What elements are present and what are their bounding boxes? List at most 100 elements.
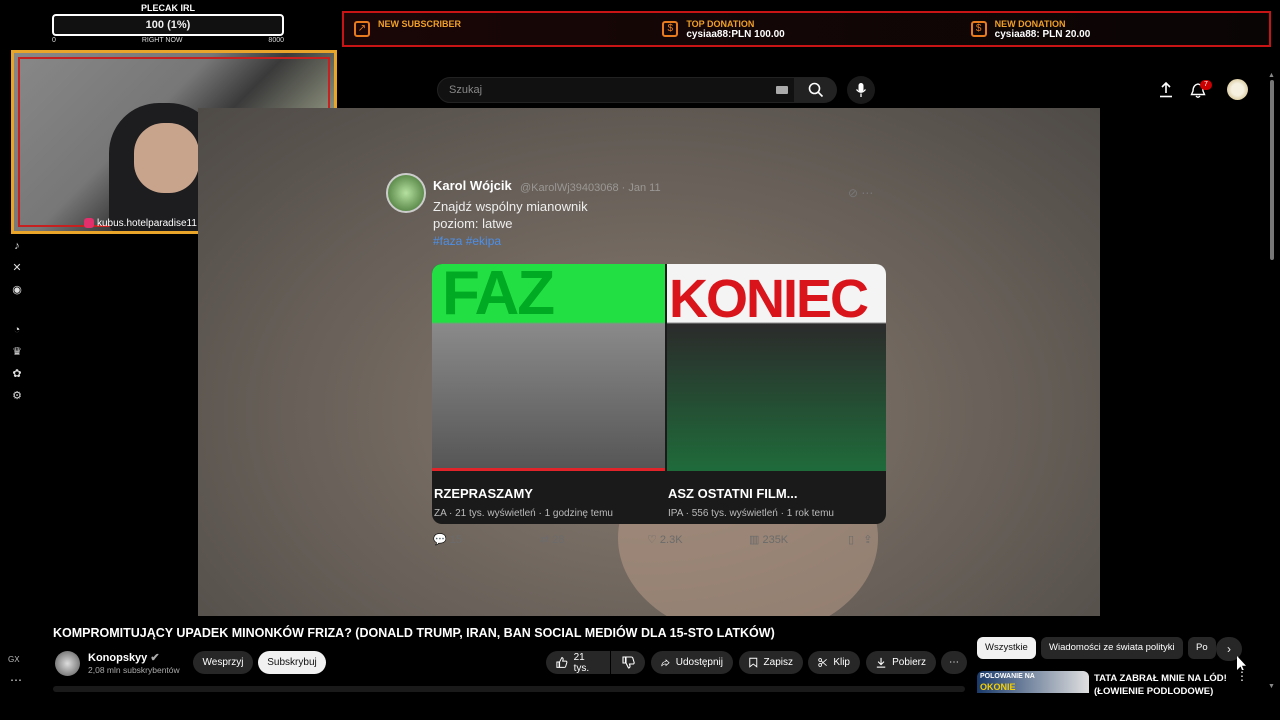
recommendation-menu-icon[interactable]: ⋮	[1236, 669, 1248, 683]
support-button[interactable]: Wesprzyj	[193, 651, 253, 674]
scroll-down-icon[interactable]: ▼	[1268, 683, 1275, 690]
thumbnail-title: RZEPRASZAMY	[434, 486, 533, 501]
thumbnail-title: ASZ OSTATNI FILM...	[668, 486, 798, 501]
progress-line	[432, 468, 665, 471]
video-title: KOMPROMITUJĄCY UPADEK MINONKÓW FRIZA? (D…	[53, 626, 775, 640]
tweet-actions: ⊘ ⋯	[848, 186, 873, 200]
discord-icon[interactable]: ◉	[12, 283, 22, 296]
bookmark-icon	[749, 657, 758, 668]
chip-all[interactable]: Wszystkie	[977, 637, 1036, 659]
alert-heading: NEW SUBSCRIBER	[378, 19, 462, 29]
thumbnail-meta: IPA · 556 tys. wyświetleń · 1 rok temu	[668, 508, 834, 519]
thumbnail-text: POLOWANIE NA	[980, 673, 1035, 680]
alert-new-subscriber: ↗ NEW SUBSCRIBER	[344, 13, 652, 45]
tweet-author: Karol Wójcik	[433, 178, 512, 193]
alert-heading: NEW DONATION	[994, 19, 1066, 29]
settings-icon[interactable]: ⚙	[12, 389, 22, 402]
backpack-value: 100 (1%)	[52, 14, 284, 36]
share-icon	[661, 658, 670, 666]
tweet-likes: ♡ 2.3K	[647, 534, 683, 546]
more-actions-button[interactable]: ⋯	[941, 651, 967, 674]
backpack-scale: 0 RIGHT NOW 8000	[52, 37, 284, 44]
subscriber-count: 2,08 mln subskrybentów	[88, 665, 180, 675]
thumbnail-koniec: KONIEC	[667, 264, 886, 471]
thumbnail-faza: FAZ	[432, 264, 665, 471]
description-box[interactable]	[53, 686, 965, 692]
grok-icon: ⊘	[848, 186, 859, 200]
like-button[interactable]: 21 tys.	[546, 651, 610, 674]
recommendation-title[interactable]: TATA ZABRAŁ MNIE NA LÓD! (ŁOWIENIE PODLO…	[1094, 672, 1227, 698]
tweet-text: Znajdź wspólny mianownik poziom: latwe	[433, 198, 588, 232]
chevron-right-icon: ›	[1227, 642, 1231, 656]
more-icon: ⋯	[861, 186, 874, 200]
tweet-avatar	[386, 173, 426, 213]
like-count: 21 tys.	[573, 651, 590, 674]
upload-icon	[1160, 82, 1172, 98]
recommendation-title-line: TATA ZABRAŁ MNIE NA LÓD!	[1094, 673, 1227, 684]
alert-value: cysiaa88: PLN 20.00	[994, 29, 1091, 40]
thumbs-up-icon	[556, 657, 568, 668]
recommendation-title-line: (ŁOWIENIE PODLODOWE)	[1094, 686, 1214, 697]
mouse-cursor	[1237, 656, 1246, 670]
share-label: Udostępnij	[675, 657, 723, 668]
scrollbar-thumb[interactable]	[1270, 80, 1274, 260]
download-icon	[876, 657, 886, 668]
dislike-button[interactable]	[611, 651, 645, 674]
save-label: Zapisz	[763, 657, 793, 668]
save-button[interactable]: Zapisz	[739, 651, 803, 674]
x-icon[interactable]: ✕	[12, 261, 21, 274]
channel-avatar[interactable]	[55, 651, 80, 676]
upload-button[interactable]	[1156, 80, 1176, 100]
more-icon: ⋯	[949, 657, 959, 668]
repost-count: 28	[552, 534, 565, 546]
tweet-views: ▥ 235K	[749, 534, 789, 546]
tweet-line: Znajdź wspólny mianownik	[433, 199, 588, 214]
alert-value: cysiaa88:PLN 100.00	[686, 29, 785, 40]
clock-icon[interactable]: ◔	[14, 324, 21, 336]
backpack-title: PLECAK IRL	[141, 3, 195, 13]
voice-search-button[interactable]	[847, 76, 875, 104]
search-button[interactable]	[795, 77, 837, 103]
chip-more[interactable]: Po	[1188, 637, 1216, 659]
clip-label: Klip	[833, 657, 850, 668]
tiktok-icon[interactable]: ♪	[14, 240, 20, 252]
trophy-icon[interactable]: ♛	[12, 345, 22, 358]
alert-new-donation: $ NEW DONATION cysiaa88: PLN 20.00	[961, 13, 1269, 45]
channel-name[interactable]: Konopskyy ✔	[88, 651, 160, 664]
thumbs-down-icon	[621, 656, 635, 669]
bear-icon[interactable]: ✿	[12, 367, 21, 380]
reply-count: 15	[449, 534, 463, 546]
left-rail: ♪ ✕ ◉ ◔ ♛ ✿ ⚙	[8, 240, 26, 402]
recommendation-thumbnail[interactable]: POLOWANIE NA OKONIE	[977, 671, 1089, 693]
search-input[interactable]: Szukaj	[437, 77, 795, 103]
thumbnail-word: FAZ	[442, 264, 555, 328]
thumbnail-meta: ZA · 21 tys. wyświetleń · 1 godzinę temu	[434, 508, 613, 519]
thumbnail-word: KONIEC	[669, 269, 869, 329]
like-count: 2.3K	[659, 534, 683, 546]
subscriber-icon: ↗	[354, 21, 370, 37]
clip-button[interactable]: Klip	[808, 651, 860, 674]
mic-icon	[855, 83, 867, 97]
subscribe-button[interactable]: Subskrybuj	[258, 651, 326, 674]
backpack-min: 0	[52, 37, 56, 44]
chip-politics[interactable]: Wiadomości ze świata polityki	[1041, 637, 1183, 659]
tweet-handle: @KarolWj39403068 · Jan 11	[520, 182, 661, 194]
streamer-face	[134, 123, 199, 193]
scissors-icon	[818, 658, 827, 667]
tweet-hashtags: #faza #ekipa	[433, 234, 502, 248]
notification-badge: 7	[1200, 80, 1212, 90]
account-avatar[interactable]	[1227, 79, 1248, 100]
donation-icon: $	[662, 21, 679, 37]
tweet-replies: 💬 15	[433, 534, 463, 546]
download-button[interactable]: Pobierz	[866, 651, 936, 674]
more-icon[interactable]: ⋯	[10, 673, 22, 687]
gx-label[interactable]: GX	[8, 655, 20, 664]
alert-top-donation: $ TOP DONATION cysiaa88:PLN 100.00	[652, 13, 960, 45]
keyboard-icon[interactable]	[776, 86, 788, 94]
share-button[interactable]: Udostępnij	[651, 651, 733, 674]
thumbnail-text: OKONIE	[980, 682, 1016, 692]
scroll-up-icon[interactable]: ▲	[1268, 72, 1275, 79]
share-icon: ⇪	[863, 534, 873, 546]
tweet-reposts: ⇄ 28	[540, 534, 565, 546]
backpack-meter: PLECAK IRL 100 (1%) 0 RIGHT NOW 8000	[52, 3, 284, 44]
